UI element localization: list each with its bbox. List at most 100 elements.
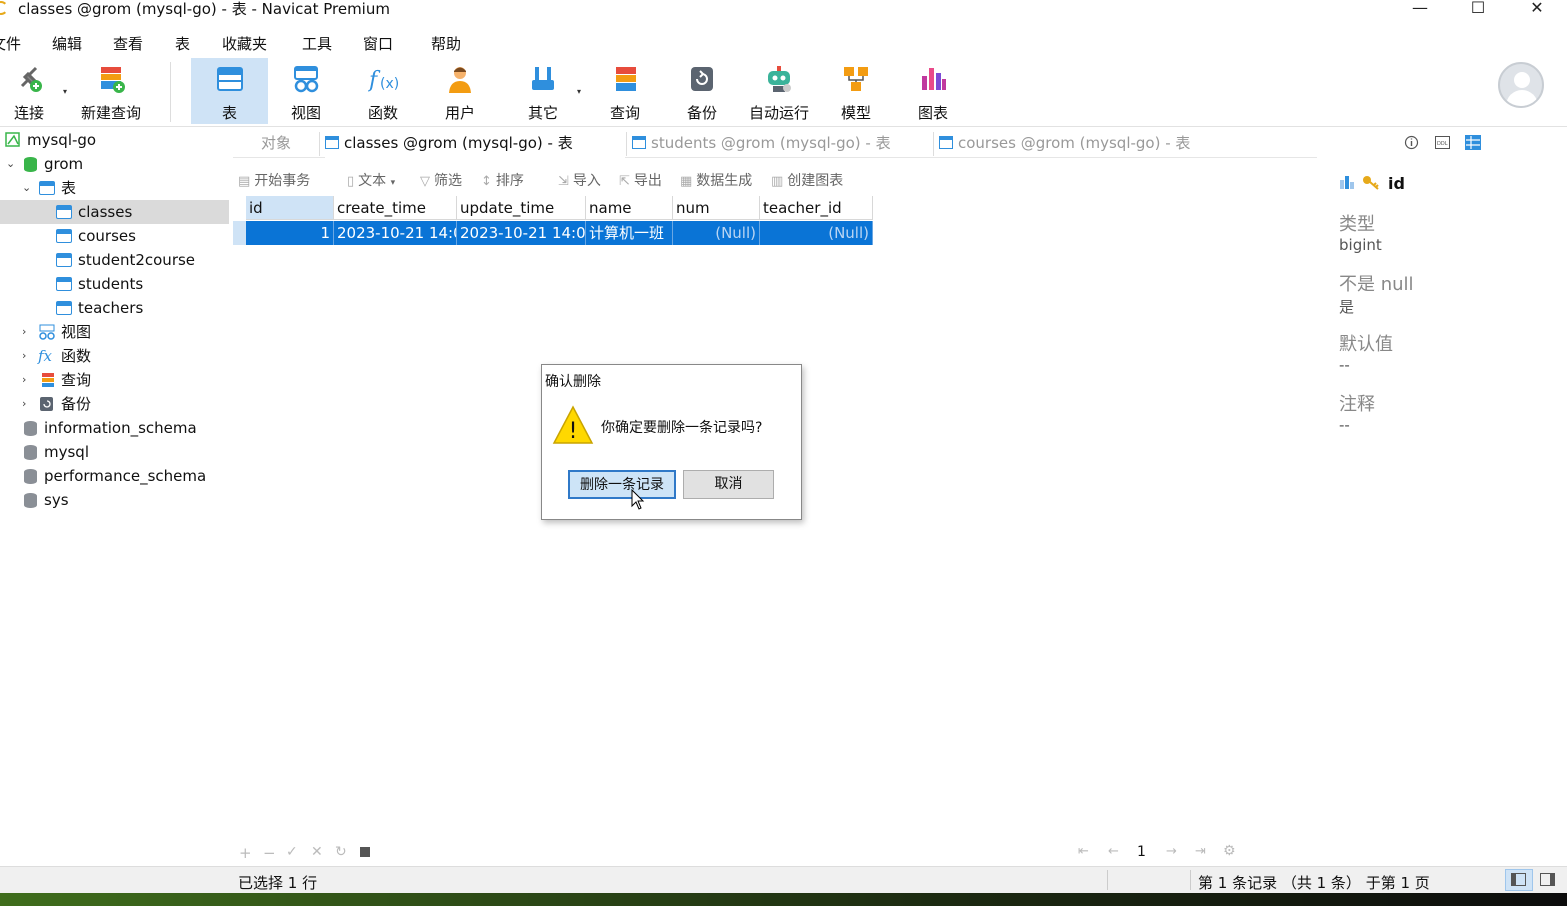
tree-db-information-schema[interactable]: information_schema [0,416,229,440]
last-page-icon[interactable]: ⇥ [1195,844,1206,859]
other-button[interactable]: 其它 [512,58,574,124]
import-button[interactable]: ⇲ 导入 [558,170,601,190]
tree-views-folder[interactable]: › 视图 [0,320,229,344]
cell-num[interactable]: (Null) [673,221,760,245]
menu-edit[interactable]: 编辑 [52,33,82,54]
table-button[interactable]: 表 [191,58,268,124]
user-avatar[interactable] [1498,62,1544,108]
menu-tools[interactable]: 工具 [302,33,332,54]
refresh-icon[interactable]: ↻ [335,844,347,860]
tree-connection[interactable]: mysql-go [0,128,229,152]
cell-create-time[interactable]: 2023-10-21 14:07 [334,221,457,245]
discard-changes-icon[interactable]: ✕ [311,844,323,860]
maximize-button[interactable]: ☐ [1455,0,1501,18]
tab-objects[interactable]: 对象 [261,128,291,158]
field-name: id [1388,174,1405,193]
next-page-icon[interactable]: → [1166,844,1177,859]
tree-tables-folder[interactable]: ⌄ 表 [0,176,229,200]
confirm-delete-button[interactable]: 删除一条记录 [568,470,676,499]
delete-record-icon[interactable]: − [263,844,276,862]
cell-id[interactable]: 1 [246,221,334,245]
tree-db-mysql[interactable]: mysql [0,440,229,464]
menu-favorites[interactable]: 收藏夹 [222,33,267,54]
create-chart-button[interactable]: ▥ 创建图表 [771,170,843,190]
ddl-icon[interactable]: DDL [1435,136,1450,149]
page-settings-gear-icon[interactable]: ⚙ [1223,843,1236,859]
menu-file[interactable]: 文件 [0,33,21,54]
table-label: courses [78,227,136,245]
function-fx-icon: fx [38,347,53,365]
export-button[interactable]: ⇱ 导出 [619,170,662,190]
chevron-right-icon[interactable]: › [22,368,26,392]
chart-button[interactable]: 图表 [902,58,964,124]
tree-queries-folder[interactable]: › 查询 [0,368,229,392]
cell-update-time[interactable]: 2023-10-21 14:07 [457,221,586,245]
panel-right-icon[interactable] [1540,873,1555,886]
sort-button[interactable]: ↕ 排序 [481,170,524,190]
model-button[interactable]: 模型 [825,58,887,124]
row-selector[interactable] [233,221,246,245]
chevron-down-icon[interactable]: ⌄ [22,176,31,200]
tab-classes[interactable]: classes @grom (mysql-go) - 表 [325,128,625,158]
info-icon[interactable] [1404,135,1419,150]
backup-button[interactable]: 备份 [671,58,733,124]
cell-name[interactable]: 计算机一班 [586,221,673,245]
text-dropdown-icon[interactable]: ▾ [391,178,396,188]
tree-database-grom[interactable]: ⌄ grom [0,152,229,176]
tree-table-courses[interactable]: courses [0,224,229,248]
connect-button[interactable]: 连接 [4,58,54,124]
tree-table-classes[interactable]: classes [0,200,229,224]
chevron-right-icon[interactable]: › [22,392,26,416]
data-generation-button[interactable]: ▦ 数据生成 [680,170,752,190]
text-button[interactable]: ▯ 文本 ▾ [347,170,395,190]
new-query-button[interactable]: 新建查询 [78,58,144,124]
not-null-label: 不是 null [1339,274,1414,295]
filter-button[interactable]: ▽ 筛选 [420,170,462,190]
comment-value: -- [1339,416,1350,434]
tree-table-students[interactable]: students [0,272,229,296]
stop-icon[interactable] [360,847,370,857]
chevron-down-icon[interactable]: ⌄ [6,152,15,176]
column-header-name[interactable]: name [586,196,673,220]
column-header-teacher-id[interactable]: teacher_id [760,196,873,220]
selection-status: 已选择 1 行 [238,874,318,892]
tree-backups-folder[interactable]: › 备份 [0,392,229,416]
other-dropdown-icon[interactable]: ▾ [577,87,581,96]
menu-window[interactable]: 窗口 [363,33,393,54]
begin-transaction-button[interactable]: ▤ 开始事务 [238,170,310,190]
function-label: 函数 [367,104,398,122]
query-button[interactable]: 查询 [594,58,656,124]
tree-table-student2course[interactable]: student2course [0,248,229,272]
tree-db-performance-schema[interactable]: performance_schema [0,464,229,488]
view-button[interactable]: 视图 [275,58,337,124]
cell-teacher-id[interactable]: (Null) [760,221,873,245]
auto-run-button[interactable]: 自动运行 [744,58,814,124]
cancel-button[interactable]: 取消 [683,470,774,499]
tab-students[interactable]: students @grom (mysql-go) - 表 [632,128,891,158]
menu-table[interactable]: 表 [175,33,190,54]
column-header-num[interactable]: num [673,196,760,220]
tree-table-teachers[interactable]: teachers [0,296,229,320]
column-header-update-time[interactable]: update_time [457,196,586,220]
previous-page-icon[interactable]: ← [1108,844,1119,859]
tree-functions-folder[interactable]: › fx 函数 [0,344,229,368]
tree-db-sys[interactable]: sys [0,488,229,512]
menu-help[interactable]: 帮助 [431,33,461,54]
function-button[interactable]: f (x) 函数 [352,58,414,124]
column-header-create-time[interactable]: create_time [334,196,457,220]
tab-courses[interactable]: courses @grom (mysql-go) - 表 [939,128,1190,158]
add-record-icon[interactable]: + [239,844,252,862]
apply-changes-icon[interactable]: ✓ [286,844,298,860]
user-button[interactable]: 用户 [429,58,491,124]
page-number[interactable]: 1 [1137,844,1146,860]
minimize-button[interactable]: — [1397,0,1443,18]
chevron-right-icon[interactable]: › [22,320,26,344]
menu-view[interactable]: 查看 [113,33,143,54]
views-folder-label: 视图 [61,323,92,341]
connect-dropdown-icon[interactable]: ▾ [63,87,67,96]
column-header-id[interactable]: id [246,196,334,220]
first-page-icon[interactable]: ⇤ [1078,844,1089,859]
close-button[interactable]: ✕ [1514,0,1560,18]
chevron-right-icon[interactable]: › [22,344,26,368]
grid-layout-icon[interactable] [1465,135,1481,150]
